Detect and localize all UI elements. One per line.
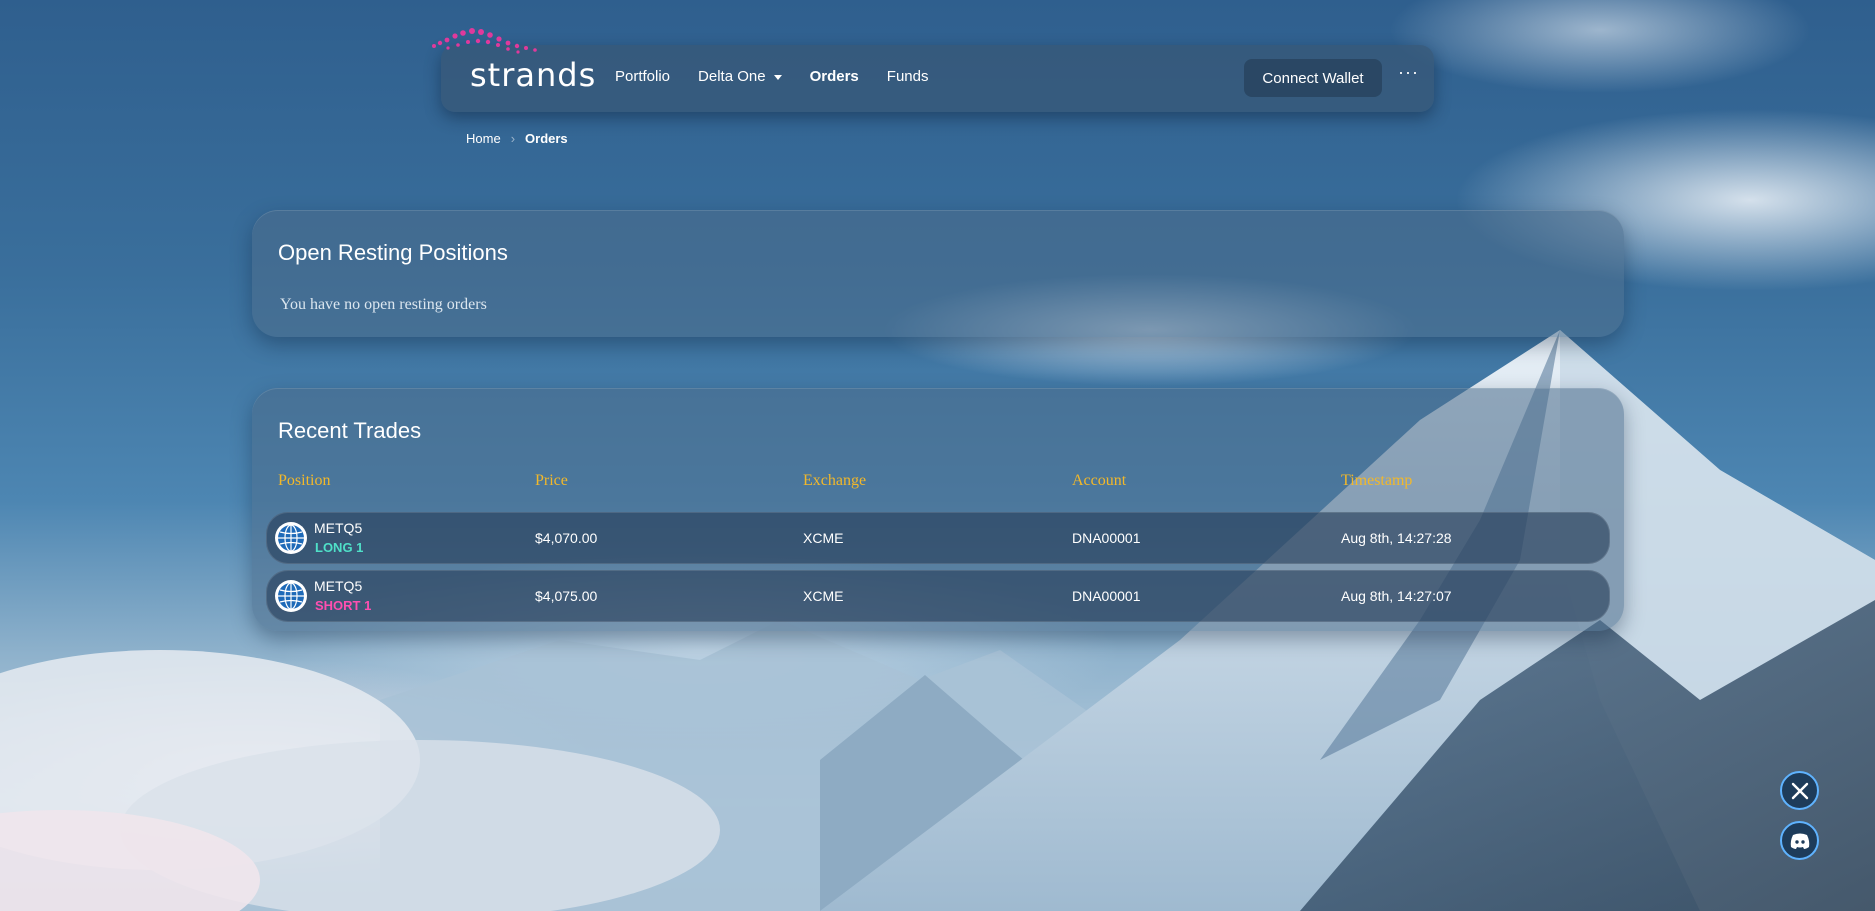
open-positions-title: Open Resting Positions <box>278 240 508 265</box>
column-header-exchange[interactable]: Exchange <box>803 472 866 490</box>
nav-funds[interactable]: Funds <box>887 68 929 85</box>
trade-price: $4,075.00 <box>535 588 598 604</box>
x-icon <box>1791 782 1808 799</box>
recent-trades-card: Recent Trades Position Price Exchange Ac… <box>252 388 1624 631</box>
nav-portfolio[interactable]: Portfolio <box>615 68 670 85</box>
nav-delta-one-label: Delta One <box>698 68 766 85</box>
position-side: LONG 1 <box>315 540 364 555</box>
nav-delta-one[interactable]: Delta One <box>698 68 782 85</box>
column-header-price[interactable]: Price <box>535 472 568 490</box>
column-header-timestamp[interactable]: Timestamp <box>1341 472 1412 490</box>
breadcrumb-home[interactable]: Home <box>466 131 501 146</box>
trade-exchange: XCME <box>803 530 844 546</box>
table-header: Position Price Exchange Account Timestam… <box>252 472 1624 492</box>
chevron-down-icon <box>773 74 782 80</box>
trade-timestamp: Aug 8th, 14:27:28 <box>1341 530 1452 546</box>
x-twitter-button[interactable] <box>1780 771 1819 810</box>
trade-exchange: XCME <box>803 588 844 604</box>
empty-state-message: You have no open resting orders <box>280 296 487 313</box>
position-side: SHORT 1 <box>315 598 372 613</box>
recent-trades-title: Recent Trades <box>278 418 422 443</box>
nav-orders[interactable]: Orders <box>810 68 859 85</box>
column-header-account[interactable]: Account <box>1072 472 1126 490</box>
breadcrumb-current: Orders <box>525 131 568 146</box>
open-resting-positions-card: Open Resting Positions You have no open … <box>252 210 1624 337</box>
more-menu-icon[interactable]: ··· <box>1398 63 1418 86</box>
globe-icon <box>275 522 307 554</box>
trade-account: DNA00001 <box>1072 588 1141 604</box>
connect-wallet-button[interactable]: Connect Wallet <box>1244 59 1382 97</box>
table-row[interactable]: METQ5 SHORT 1 $4,075.00 XCME DNA00001 Au… <box>266 570 1610 622</box>
table-row[interactable]: METQ5 LONG 1 $4,070.00 XCME DNA00001 Aug… <box>266 512 1610 564</box>
breadcrumb: Home › Orders <box>466 131 568 146</box>
discord-button[interactable] <box>1780 821 1819 860</box>
discord-icon <box>1790 833 1809 849</box>
trade-account: DNA00001 <box>1072 530 1141 546</box>
trade-timestamp: Aug 8th, 14:27:07 <box>1341 588 1452 604</box>
trade-price: $4,070.00 <box>535 530 598 546</box>
position-symbol: METQ5 <box>314 578 363 594</box>
position-symbol: METQ5 <box>314 520 363 536</box>
app-name[interactable]: strands <box>470 56 596 94</box>
main-nav: Portfolio Delta One Orders Funds <box>615 68 956 85</box>
column-header-position[interactable]: Position <box>278 472 330 490</box>
globe-icon <box>275 580 307 612</box>
chevron-right-icon: › <box>510 131 516 146</box>
